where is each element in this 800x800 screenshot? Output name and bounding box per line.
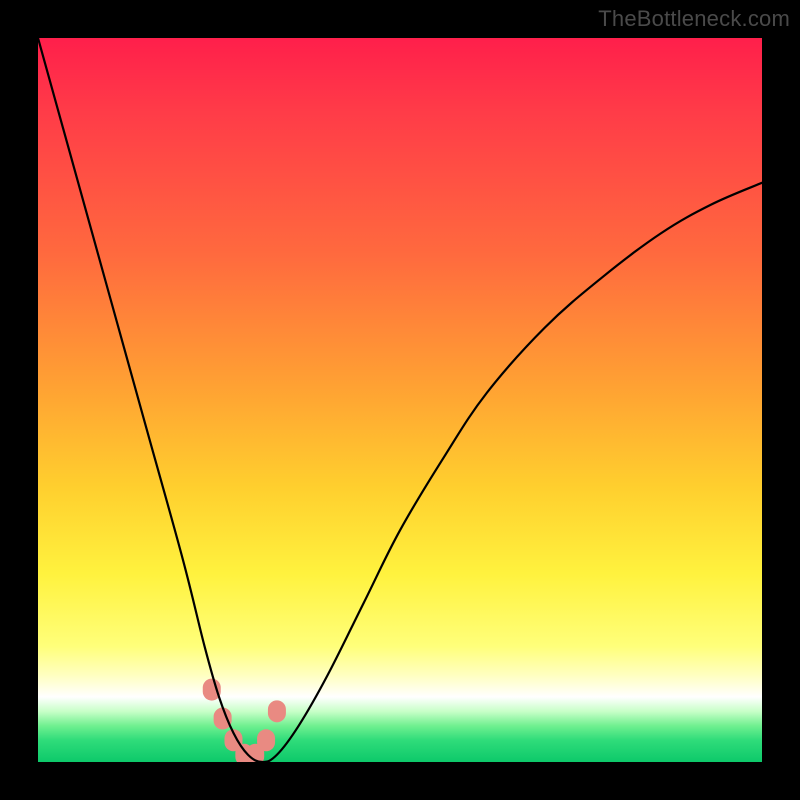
watermark-text: TheBottleneck.com [598,6,790,32]
marker-pill [214,708,232,730]
chart-svg [38,38,762,762]
chart-frame: TheBottleneck.com [0,0,800,800]
bottleneck-curve [38,38,762,762]
marker-pill [257,729,275,751]
marker-pill [268,700,286,722]
chart-plot-area [38,38,762,762]
